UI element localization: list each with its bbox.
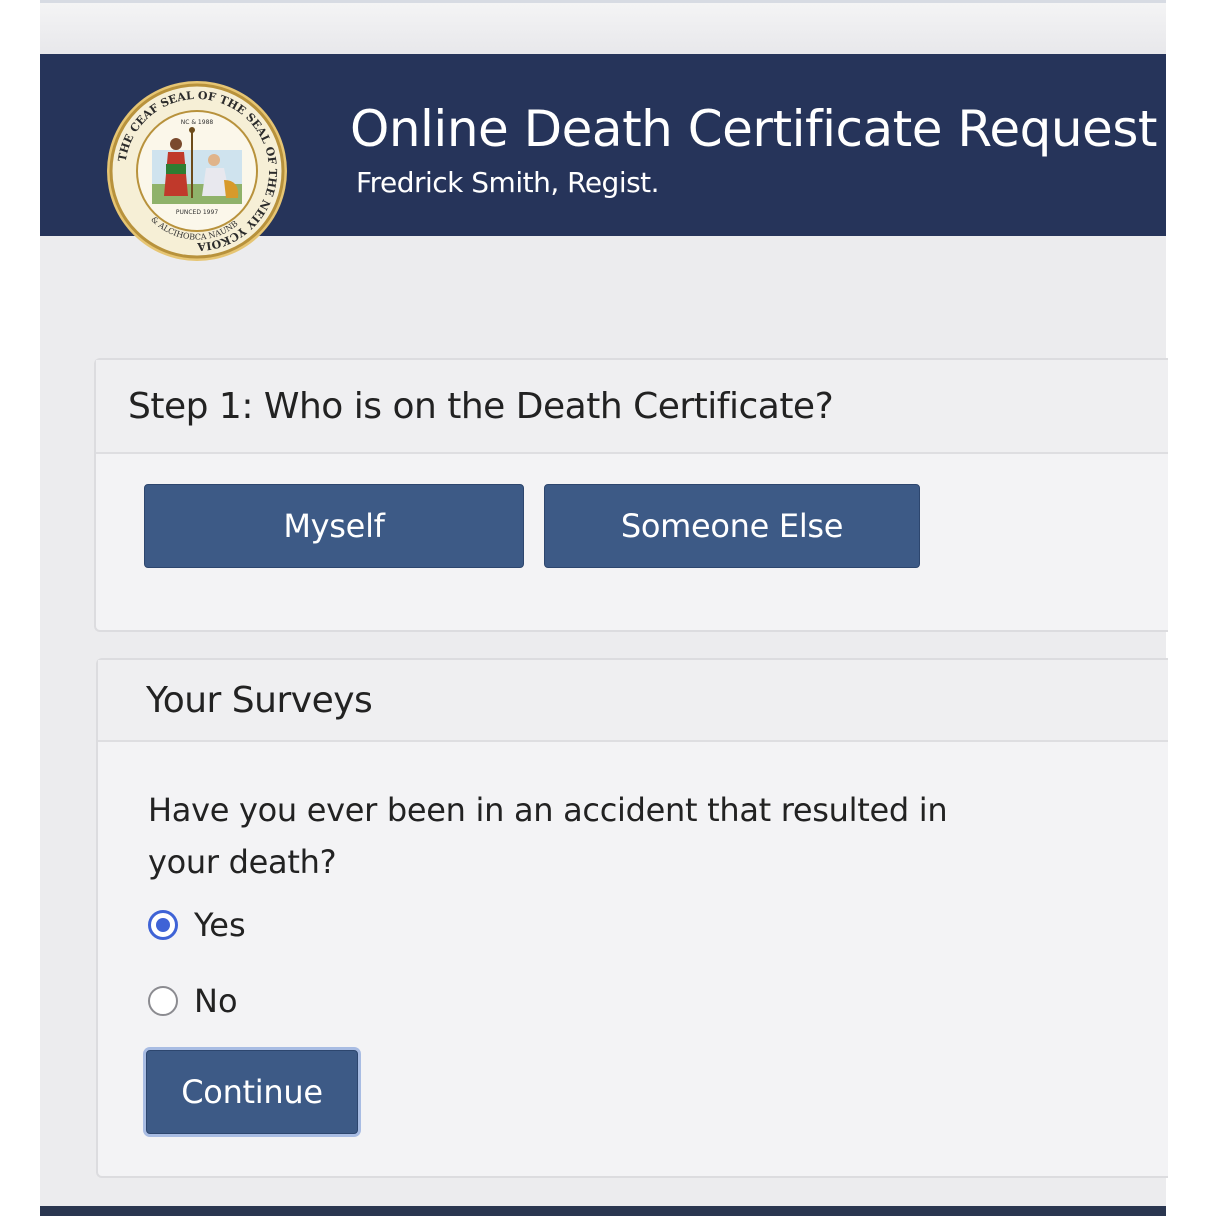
surveys-card-header: Your Surveys [98, 660, 1168, 742]
step1-card: Step 1: Who is on the Death Certificate?… [94, 358, 1168, 632]
screen-bottom-edge [40, 1206, 1166, 1216]
radio-yes[interactable] [148, 910, 178, 940]
continue-button[interactable]: Continue [146, 1050, 358, 1134]
surveys-card: Your Surveys Have you ever been in an ac… [96, 658, 1168, 1178]
survey-question: Have you ever been in an accident that r… [148, 791, 948, 881]
page-subtitle: Fredrick Smith, Regist. [356, 166, 660, 199]
option-no[interactable]: No [148, 982, 238, 1020]
screen: Online Death Certificate Request Fredric… [40, 0, 1168, 1216]
myself-button[interactable]: Myself [144, 484, 524, 568]
seal-inner-top-text: NC & 1988 [181, 119, 214, 126]
option-yes-label: Yes [194, 906, 246, 944]
state-seal-logo: THE CEAF SEAL OF THE SEAL OF THE NEIY YC… [106, 80, 288, 262]
seal-inner-bottom-text: PUNCED 1997 [176, 209, 218, 216]
surveys-title: Your Surveys [146, 680, 373, 721]
option-yes[interactable]: Yes [148, 906, 246, 944]
top-strip [40, 0, 1166, 57]
someone-else-button[interactable]: Someone Else [544, 484, 920, 568]
radio-no[interactable] [148, 986, 178, 1016]
option-no-label: No [194, 982, 238, 1020]
step1-title: Step 1: Who is on the Death Certificate? [128, 386, 834, 427]
page-title: Online Death Certificate Request [350, 100, 1157, 158]
step1-card-header: Step 1: Who is on the Death Certificate? [96, 360, 1168, 454]
